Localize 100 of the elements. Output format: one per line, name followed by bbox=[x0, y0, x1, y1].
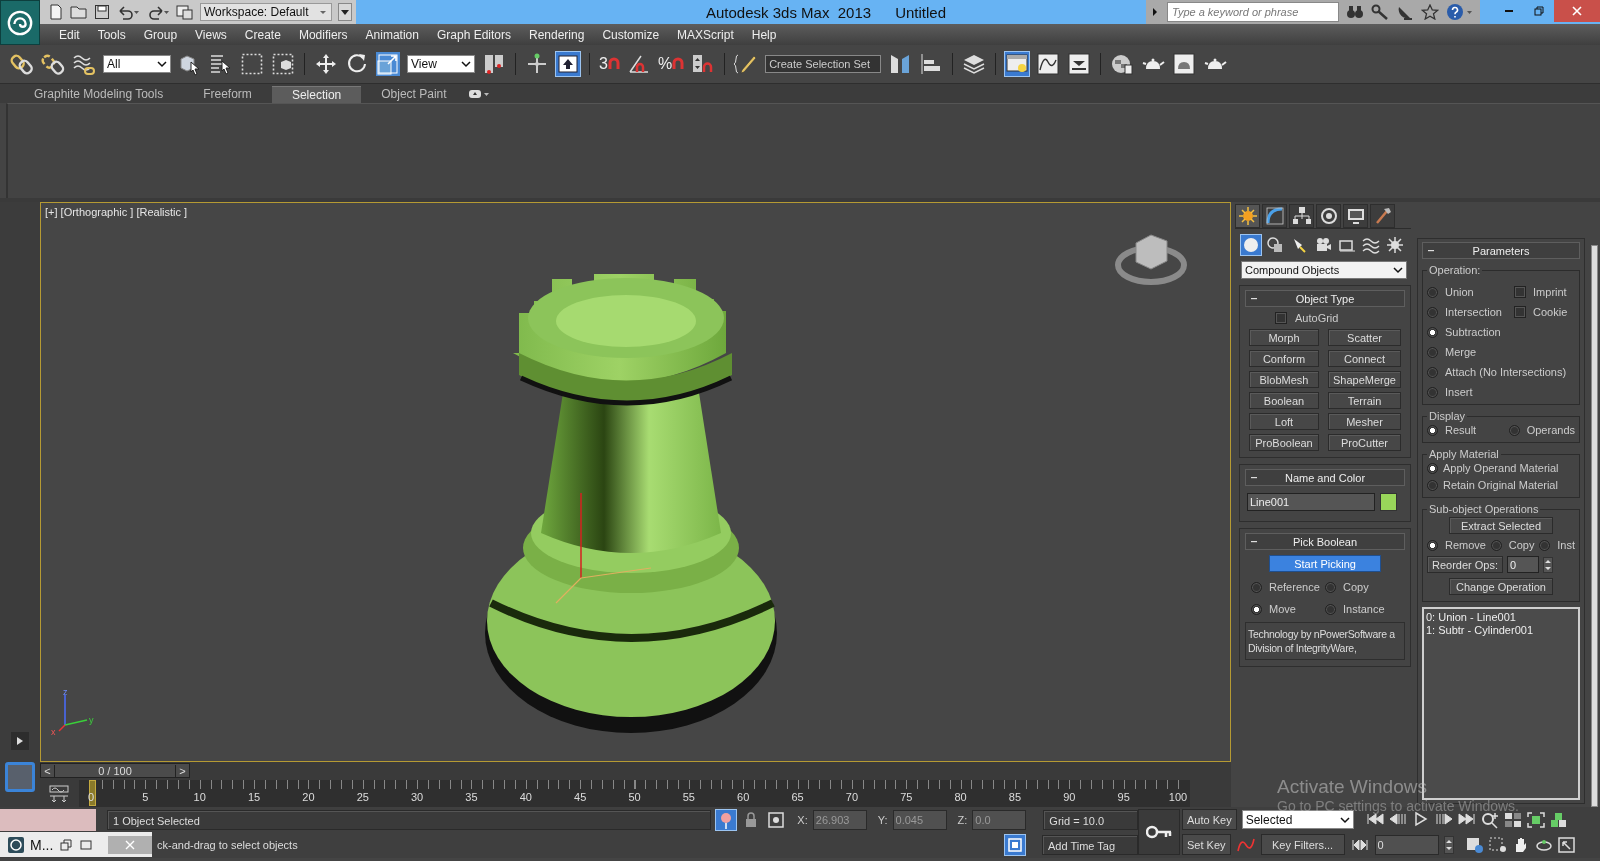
time-slider[interactable]: < 0 / 100 > bbox=[40, 763, 190, 778]
panel-tab[interactable] bbox=[1316, 204, 1341, 228]
workspace-dropdown[interactable]: Workspace: Default bbox=[200, 3, 332, 21]
panel-tab[interactable] bbox=[1370, 204, 1395, 228]
rendered-frame-icon[interactable] bbox=[1172, 52, 1197, 76]
menu-item[interactable]: Rendering bbox=[520, 25, 594, 44]
reorder-spinner-field[interactable]: 0 bbox=[1507, 556, 1540, 573]
category-dropdown[interactable]: Compound Objects bbox=[1241, 261, 1407, 279]
menu-item[interactable]: MAXScript bbox=[668, 25, 743, 44]
save-icon[interactable] bbox=[94, 4, 110, 20]
viewport-label[interactable]: [+] [Orthographic ] [Realistic ] bbox=[45, 206, 188, 218]
current-frame-marker[interactable] bbox=[89, 780, 96, 806]
help-icon[interactable] bbox=[1446, 3, 1474, 21]
radio-button[interactable] bbox=[1325, 603, 1336, 615]
move-icon[interactable] bbox=[314, 52, 338, 76]
transform-gizmo-drawing[interactable] bbox=[555, 492, 652, 604]
new-file-icon[interactable] bbox=[48, 4, 64, 20]
wave-chain-icon[interactable] bbox=[72, 52, 96, 76]
menu-item[interactable]: Customize bbox=[593, 25, 669, 44]
zoom-all-icon[interactable] bbox=[1502, 810, 1523, 829]
object-type-button[interactable]: Mesher bbox=[1328, 413, 1401, 430]
binoculars-icon[interactable] bbox=[1346, 4, 1364, 20]
restore-icon[interactable] bbox=[59, 837, 74, 852]
star-icon[interactable] bbox=[1421, 4, 1439, 20]
viewport[interactable]: [+] [Orthographic ] [Realistic ] x y z bbox=[40, 202, 1231, 762]
scale-icon[interactable] bbox=[376, 52, 400, 76]
search-field[interactable]: Type a keyword or phrase bbox=[1167, 2, 1339, 22]
zoom-extents-icon[interactable] bbox=[1525, 810, 1546, 829]
chess-rook-drawing[interactable] bbox=[485, 274, 777, 733]
ribbon-tab[interactable]: Freeform bbox=[183, 85, 272, 103]
object-type-button[interactable]: Conform bbox=[1249, 350, 1319, 367]
maximize-viewport-icon[interactable] bbox=[1556, 835, 1577, 854]
key-mode-dropdown[interactable]: Selected bbox=[1241, 810, 1354, 829]
menu-item[interactable]: Create bbox=[235, 25, 290, 44]
app-logo-button[interactable] bbox=[0, 0, 40, 45]
scene-explorer-icon[interactable] bbox=[1005, 52, 1030, 76]
ribbon-toggle-icon[interactable] bbox=[466, 88, 491, 100]
time-config-icon[interactable] bbox=[1464, 835, 1485, 854]
radio-button[interactable] bbox=[1427, 424, 1438, 436]
category-button[interactable] bbox=[1361, 235, 1381, 255]
link-icon[interactable] bbox=[10, 52, 34, 76]
menu-item[interactable]: Modifiers bbox=[289, 25, 357, 44]
play-button[interactable] bbox=[11, 732, 29, 750]
go-to-end-icon[interactable] bbox=[1456, 810, 1477, 827]
auto-key-button[interactable]: Auto Key bbox=[1182, 809, 1237, 830]
radio-button[interactable] bbox=[1427, 386, 1438, 398]
object-type-button[interactable]: Morph bbox=[1249, 329, 1319, 346]
rollout-header[interactable]: Object Type bbox=[1245, 290, 1405, 307]
close-button[interactable] bbox=[1554, 0, 1600, 22]
scrollbar[interactable] bbox=[1591, 245, 1598, 807]
object-type-button[interactable]: Scatter bbox=[1328, 329, 1401, 346]
percent-snap-button[interactable]: % bbox=[657, 56, 685, 72]
zoom-icon[interactable] bbox=[1479, 810, 1500, 829]
material-editor-icon[interactable] bbox=[1110, 52, 1135, 76]
category-button[interactable] bbox=[1241, 235, 1261, 255]
manipulate-icon[interactable] bbox=[525, 52, 549, 76]
key-filters-button[interactable]: Key Filters... bbox=[1260, 834, 1345, 855]
radio-button[interactable] bbox=[1251, 581, 1262, 593]
radio-button[interactable] bbox=[1508, 424, 1520, 436]
menu-item[interactable]: Tools bbox=[88, 25, 135, 44]
set-key-button[interactable]: Set Key bbox=[1182, 834, 1231, 855]
time-tag-icon[interactable] bbox=[1005, 834, 1025, 855]
object-name-field[interactable]: Line001 bbox=[1247, 493, 1375, 511]
view-cube[interactable] bbox=[1115, 234, 1187, 285]
select-by-name-icon[interactable] bbox=[209, 52, 233, 76]
region-select-icon[interactable] bbox=[240, 52, 264, 76]
menu-item[interactable]: Edit bbox=[50, 25, 89, 44]
window-crossing-icon[interactable] bbox=[271, 52, 295, 76]
operand-list-item[interactable]: 0: Union - Line001 bbox=[1426, 611, 1576, 624]
minimized-window[interactable]: M... bbox=[0, 832, 152, 857]
satellite-dish-icon[interactable] bbox=[1396, 4, 1414, 20]
selection-set-field[interactable]: Create Selection Set bbox=[765, 55, 882, 73]
checkbox[interactable] bbox=[1275, 312, 1287, 324]
object-type-button[interactable]: ShapeMerge bbox=[1328, 371, 1401, 388]
reference-coordinate-dropdown[interactable]: View bbox=[407, 55, 475, 73]
pencil-icon[interactable] bbox=[734, 52, 759, 76]
menu-item[interactable]: Help bbox=[742, 25, 786, 44]
radio-button[interactable] bbox=[1427, 366, 1438, 378]
object-type-button[interactable]: BlobMesh bbox=[1249, 371, 1319, 388]
color-swatch[interactable] bbox=[1380, 493, 1397, 511]
ribbon-tab[interactable]: Selection bbox=[271, 85, 362, 103]
isolate-pin-icon[interactable] bbox=[716, 809, 737, 830]
timeline-ruler[interactable]: 0 5 10 15 20 25 30 35 40 45 50 55 60 65 70 75 80 85 90 95 100 bbox=[79, 780, 1190, 807]
panel-tab[interactable] bbox=[1235, 204, 1260, 228]
selection-filter-dropdown[interactable]: All bbox=[103, 55, 171, 73]
redo-icon[interactable] bbox=[146, 4, 170, 20]
reorder-ops-button[interactable]: Reorder Ops: bbox=[1427, 556, 1504, 573]
curve-editor-icon[interactable] bbox=[1036, 52, 1061, 76]
ribbon-tab[interactable]: Object Paint bbox=[361, 85, 467, 103]
spinner-arrows-icon[interactable] bbox=[1443, 835, 1454, 854]
key-icon[interactable] bbox=[1371, 4, 1389, 20]
project-folder-icon[interactable] bbox=[176, 4, 194, 20]
menu-item[interactable]: Group bbox=[134, 25, 187, 44]
schematic-view-icon[interactable] bbox=[1067, 52, 1092, 76]
category-button[interactable] bbox=[1265, 235, 1285, 255]
current-frame-field[interactable]: 0 bbox=[1374, 834, 1439, 855]
panel-tab[interactable] bbox=[1343, 204, 1368, 228]
folder-icon[interactable] bbox=[70, 4, 88, 20]
snap-toggle-button[interactable]: 3 bbox=[599, 56, 620, 72]
checkbox[interactable] bbox=[1514, 306, 1527, 318]
